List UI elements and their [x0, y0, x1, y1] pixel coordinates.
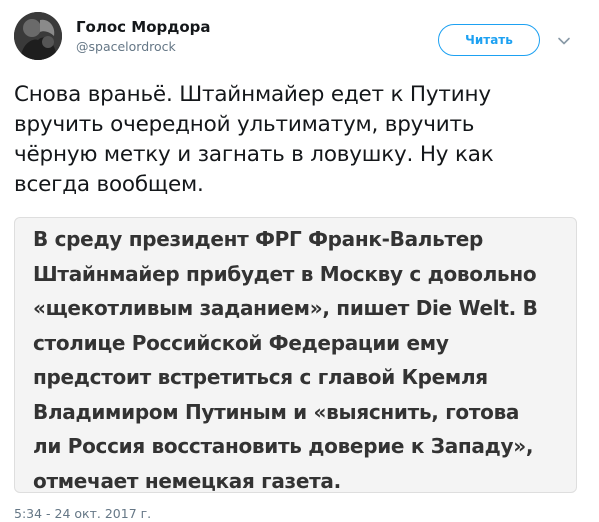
account-display-name[interactable]: Голос Мордора: [76, 18, 211, 36]
attached-image-line: «щекотливым заданием», пишет Die Welt. В: [33, 296, 538, 320]
attached-image-line: предстоит встретиться с главой Кремля: [33, 365, 488, 389]
tweet-text-line: всегда вообщем.: [14, 172, 204, 197]
follow-button[interactable]: Читать: [438, 24, 540, 56]
attached-image-text: В среду президент ФРГ Франк-Вальтер Штай…: [33, 222, 538, 498]
attached-image-line: Штайнмайер прибудет в Москву с довольно: [33, 261, 537, 286]
attached-image-line: Владимиром Путиным и «выяснить, готова: [33, 399, 520, 424]
attached-image-line: В среду президент ФРГ Франк-Вальтер: [33, 227, 484, 251]
chevron-down-icon[interactable]: [557, 33, 571, 47]
tweet-text-line: чёрную метку и загнать в ловушку. Ну как: [14, 142, 494, 167]
tweet-timestamp[interactable]: 5:34 - 24 окт. 2017 г.: [14, 506, 151, 522]
tweet-text: Снова враньё. Штайнмайер едет к Путину в…: [14, 80, 590, 200]
tweet-text-line: вручить очередной ультиматум, вручить: [14, 112, 475, 137]
avatar[interactable]: [14, 12, 62, 60]
attached-image-line: отмечает немецкая газета.: [33, 468, 341, 493]
account-handle[interactable]: @spacelordrock: [76, 39, 176, 55]
attached-image-line: ли Россия восстановить доверие к Западу»…: [33, 434, 534, 458]
tweet-text-line: Снова враньё. Штайнмайер едет к Путину: [14, 82, 491, 107]
attached-image-line: столице Российской Федерации ему: [33, 330, 449, 355]
attached-image[interactable]: В среду президент ФРГ Франк-Вальтер Штай…: [14, 217, 577, 493]
avatar-photo-icon: [14, 12, 62, 60]
